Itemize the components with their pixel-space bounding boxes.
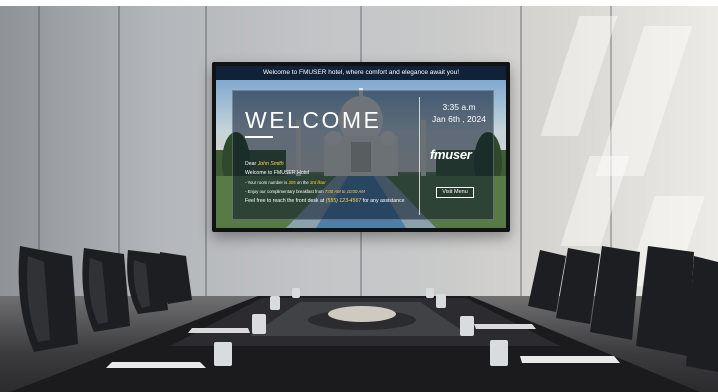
notepad [474, 324, 536, 329]
notepad [520, 356, 620, 363]
notepad [106, 362, 206, 368]
furniture-layer [10, 246, 718, 392]
centerpiece-stones [328, 306, 396, 322]
conference-room-scene: Welcome to FMUSER hotel, where comfort a… [0, 6, 718, 392]
notepad [188, 328, 250, 333]
